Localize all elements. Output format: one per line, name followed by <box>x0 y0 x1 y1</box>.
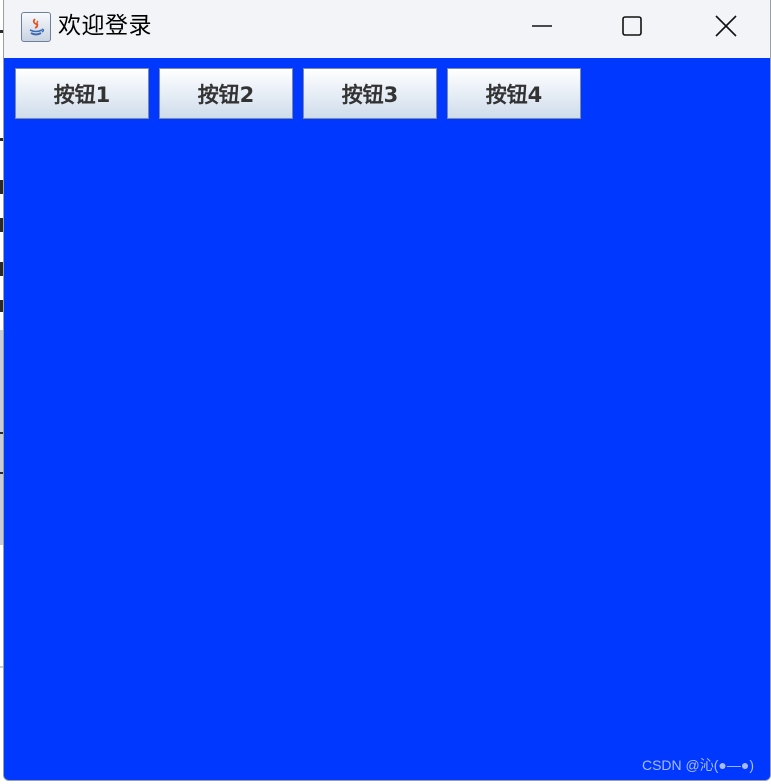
app-window: 欢迎登录 按钮1 按钮2 按钮3 按钮4 CSDN @沁(●—●) <box>3 0 771 781</box>
close-icon <box>715 15 737 37</box>
content-panel: 按钮1 按钮2 按钮3 按钮4 CSDN @沁(●—●) <box>4 58 770 780</box>
title-bar[interactable]: 欢迎登录 <box>4 0 770 58</box>
button-4[interactable]: 按钮4 <box>447 68 581 119</box>
close-button[interactable] <box>696 0 756 52</box>
button-2[interactable]: 按钮2 <box>159 68 293 119</box>
button-1[interactable]: 按钮1 <box>15 68 149 119</box>
button-3[interactable]: 按钮3 <box>303 68 437 119</box>
java-app-icon[interactable] <box>21 12 51 42</box>
minimize-icon <box>532 25 552 27</box>
minimize-button[interactable] <box>512 0 572 52</box>
window-title: 欢迎登录 <box>58 13 152 39</box>
maximize-button[interactable] <box>602 0 662 52</box>
csdn-watermark: CSDN @沁(●—●) <box>641 757 754 773</box>
maximize-icon <box>622 16 642 36</box>
